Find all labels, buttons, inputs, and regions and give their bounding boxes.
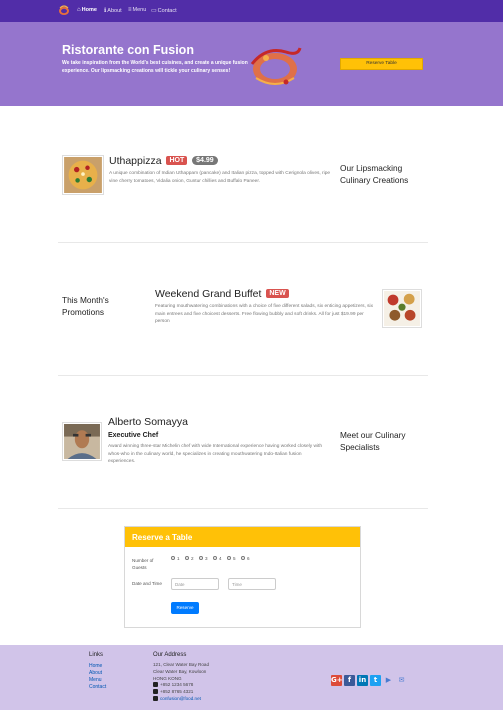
footer-fax: +852 8765 4321 xyxy=(153,689,209,696)
dish-title: Uthappizza HOT $4.99 xyxy=(109,155,218,167)
price-badge: $4.99 xyxy=(192,156,218,165)
promotion-title: Weekend Grand Buffet NEW xyxy=(155,288,289,300)
guest-radio-1[interactable]: 1 xyxy=(171,556,180,561)
chef-photo xyxy=(62,422,102,461)
footer-phone: +852 1234 5678 xyxy=(153,682,209,689)
envelope-icon xyxy=(153,695,158,701)
reserve-submit-button[interactable]: Reserve xyxy=(171,602,199,614)
jumbotron-title: Ristorante con Fusion xyxy=(62,43,194,57)
dish-name: Uthappizza xyxy=(109,155,162,167)
divider xyxy=(58,242,428,243)
home-icon: ⌂ xyxy=(77,7,81,13)
footer-link-home[interactable]: Home xyxy=(89,663,102,669)
nav-home[interactable]: ⌂Home xyxy=(77,7,97,13)
footer-link-contact[interactable]: Contact xyxy=(89,684,106,690)
jumbotron-text: We take inspiration from the World's bes… xyxy=(62,60,248,74)
restaurant-logo-icon[interactable] xyxy=(58,5,70,16)
leader-side-heading: Meet our Culinary Specialists xyxy=(340,430,406,452)
twitter-icon[interactable]: t xyxy=(370,675,381,686)
nav-menu[interactable]: ≡Menu xyxy=(128,7,146,13)
divider xyxy=(58,508,428,509)
divider xyxy=(58,375,428,376)
youtube-icon[interactable]: ▶ xyxy=(383,675,394,686)
jumbotron: Ristorante con Fusion We take inspiratio… xyxy=(0,22,503,106)
guests-label: Number of Guests xyxy=(132,558,154,570)
reserve-table-card: Reserve a Table Number of Guests 1 2 3 4… xyxy=(124,526,361,628)
address-card-icon: ▭ xyxy=(151,8,157,14)
time-input[interactable]: Time xyxy=(228,578,276,590)
google-plus-icon[interactable]: G+ xyxy=(331,675,343,686)
new-badge: NEW xyxy=(266,289,289,298)
guest-radio-4[interactable]: 4 xyxy=(213,556,222,561)
facebook-icon[interactable]: f xyxy=(344,675,355,686)
promotion-name: Weekend Grand Buffet xyxy=(155,288,262,300)
guest-radio-2[interactable]: 2 xyxy=(185,556,194,561)
footer-address-heading: Our Address xyxy=(153,652,187,658)
footer-links-heading: Links xyxy=(89,652,104,658)
date-input[interactable]: Date xyxy=(171,578,219,590)
hot-badge: HOT xyxy=(166,156,188,165)
guest-radio-6[interactable]: 6 xyxy=(241,556,250,561)
nav-contact[interactable]: ▭Contact xyxy=(151,7,177,14)
promotion-side-heading: This Month's Promotions xyxy=(62,295,109,317)
info-icon: ℹ xyxy=(104,8,107,14)
mail-icon[interactable]: ✉ xyxy=(396,675,407,686)
reserve-card-header: Reserve a Table xyxy=(125,527,360,547)
linkedin-icon[interactable]: in xyxy=(357,675,368,686)
dish-description: A unique combination of Indian Uthappam … xyxy=(109,171,331,184)
navbar: ⌂Home ℹAbout ≡Menu ▭Contact xyxy=(0,0,503,22)
footer-address: 121, Clear Water Bay Road Clear Water Ba… xyxy=(153,662,210,703)
footer xyxy=(0,645,503,710)
footer-email[interactable]: confusion@food.net xyxy=(153,695,209,703)
uthappizza-image xyxy=(62,155,104,195)
leader-designation: Executive Chef xyxy=(108,432,159,439)
fax-icon xyxy=(153,689,158,695)
list-icon: ≡ xyxy=(128,7,132,13)
guest-radio-3[interactable]: 3 xyxy=(199,556,208,561)
reserve-table-button[interactable]: Reserve Table xyxy=(340,58,423,70)
datetime-label: Date and Time xyxy=(132,581,162,586)
leader-description: Award winning three-star Michelin chef w… xyxy=(108,444,323,465)
guest-radio-5[interactable]: 5 xyxy=(227,556,236,561)
phone-icon xyxy=(153,682,158,688)
promotion-description: Featuring mouthwatering combinations wit… xyxy=(155,304,374,325)
leader-name: Alberto Somayya xyxy=(108,416,188,428)
restaurant-logo xyxy=(250,47,302,85)
footer-link-about[interactable]: About xyxy=(89,670,102,676)
buffet-image xyxy=(382,289,422,328)
footer-link-menu[interactable]: Menu xyxy=(89,677,102,683)
nav-about[interactable]: ℹAbout xyxy=(104,7,122,14)
dish-side-heading: Our Lipsmacking Culinary Creations xyxy=(340,163,409,185)
